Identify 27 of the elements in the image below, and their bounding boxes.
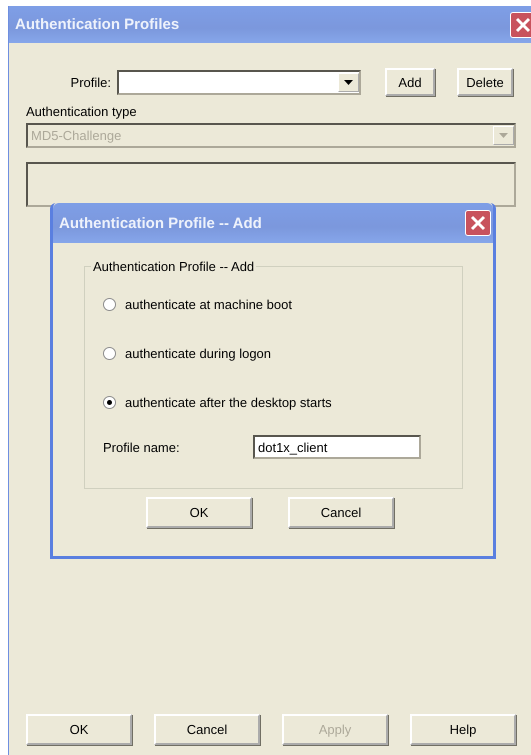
caret-icon <box>344 80 353 84</box>
close-icon <box>468 213 488 233</box>
radio-button[interactable] <box>103 396 116 409</box>
radio-label[interactable]: authenticate at machine boot <box>125 297 292 312</box>
dialog-button[interactable]: OK <box>26 714 132 745</box>
profile-name-field[interactable]: dot1x_client <box>253 435 421 459</box>
profile-action-button[interactable]: Add <box>385 68 435 96</box>
profile-dropdown[interactable] <box>117 70 361 94</box>
authentication-type-label: Authentication type <box>26 104 138 119</box>
profile-label: Profile: <box>70 74 112 90</box>
dialog-button[interactable]: OK <box>146 497 252 528</box>
profile-action-button[interactable]: Delete <box>457 68 513 96</box>
radio-label[interactable]: authenticate after the desktop starts <box>125 395 332 410</box>
window-title: Authentication Profiles <box>15 16 180 33</box>
profile-name-label: Profile name: <box>103 440 181 454</box>
dialog-button[interactable]: Cancel <box>154 714 260 745</box>
close-button[interactable] <box>510 12 531 38</box>
close-button[interactable] <box>465 210 491 236</box>
dialog-title: Authentication Profile -- Add <box>59 214 262 232</box>
radio-label[interactable]: authenticate during logon <box>125 346 272 361</box>
dropdown-arrow-button[interactable] <box>338 72 359 92</box>
dialog-button[interactable]: Cancel <box>288 497 394 528</box>
radio-button[interactable] <box>103 298 116 311</box>
caret-icon <box>499 133 508 138</box>
group-title: Authentication Profile -- Add <box>92 259 256 274</box>
radio-button[interactable] <box>103 347 116 360</box>
dialog-button[interactable]: Help <box>410 714 516 745</box>
